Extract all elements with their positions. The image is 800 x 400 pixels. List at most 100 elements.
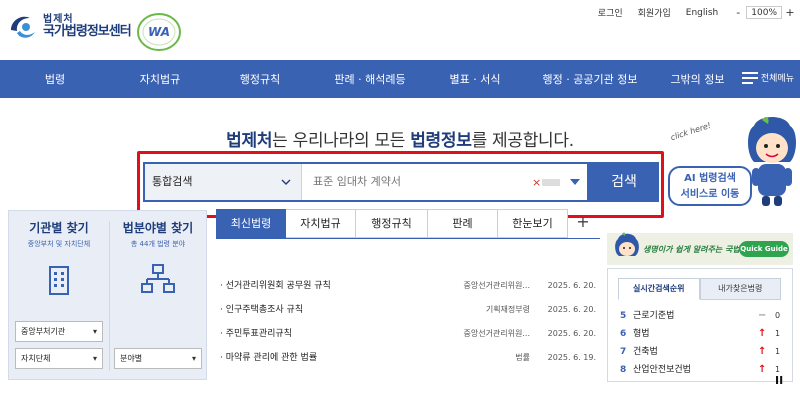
tagline-mid: 는 우리나라의 모든 (272, 131, 411, 151)
quick-guide-banner[interactable]: 생명이가 쉽게 알려주는 국법 Quick Guide (607, 232, 793, 265)
all-menu-button[interactable]: 전체메뉴 (741, 71, 794, 84)
login-link[interactable]: 로그인 (598, 6, 623, 19)
search-options-caret-icon[interactable] (570, 179, 580, 185)
nav-item-public-info[interactable]: 행정 · 공공기관 정보 (520, 71, 660, 87)
logo-emblem-icon (8, 12, 38, 42)
keyboard-icon[interactable] (542, 179, 560, 186)
all-menu-label: 전체메뉴 (760, 74, 794, 84)
nav-item-admin-rules[interactable]: 행정규칙 (210, 71, 310, 87)
search-input[interactable] (310, 164, 530, 200)
ai-search-pill[interactable]: AI 법령검색 서비스로 이동 (668, 166, 752, 206)
search-ranking-box: 실시간검색순위 내가찾은법령 5 근로기준법 − 0 6 형법 ↑ 1 7 건축… (607, 268, 793, 382)
quick-guide-button[interactable]: Quick Guide (739, 241, 789, 257)
clear-search-icon[interactable]: × (532, 176, 541, 189)
field-finder-subtitle: 총 44개 법령 분야 (130, 240, 186, 248)
tab-latest-laws[interactable]: 최신법령 (216, 209, 286, 238)
logo-title: 국가법령정보센터 (43, 24, 132, 40)
rank-law-name[interactable]: 형법 (633, 325, 650, 343)
rank-number: 8 (620, 365, 627, 375)
law-org: 중앙선거관리위원... (463, 329, 530, 338)
finder-panel: 기관별 찾기 중앙부처 및 자치단체 중앙부처기관 자치단체 법분야별 찾기 총… (8, 210, 207, 380)
tagline-end: 를 제공합니다. (471, 131, 575, 151)
ranking-row[interactable]: 5 근로기준법 − 0 (620, 307, 780, 325)
law-title[interactable]: · 주민투표관리규칙 (220, 323, 292, 345)
zoom-in-button[interactable]: + (785, 6, 795, 19)
law-date: 2025. 6. 20. (547, 329, 596, 338)
rank-delta: 1 (775, 347, 781, 356)
ranking-row[interactable]: 6 형법 ↑ 1 (620, 325, 780, 343)
tab-realtime-ranking[interactable]: 실시간검색순위 (618, 278, 700, 300)
web-accessibility-badge: WA (136, 12, 182, 52)
list-item[interactable]: · 인구주택총조사 규칙 기획재정부령 2025. 6. 20. (216, 299, 600, 321)
nav-item-other-info[interactable]: 그밖의 정보 (660, 71, 735, 87)
nav-item-forms[interactable]: 별표 · 서식 (430, 71, 520, 87)
rank-up-arrow-icon: ↑ (758, 364, 767, 375)
signup-link[interactable]: 회원가입 (638, 6, 671, 19)
content-tabs: 최신법령 자치법규 행정규칙 판례 한눈보기 + (216, 209, 600, 238)
local-gov-select[interactable]: 자치단체 (15, 348, 103, 369)
site-header: 법제처 국가법령정보센터 WA 로그인 회원가입 English - 100% … (0, 0, 800, 60)
chevron-down-icon (281, 179, 291, 185)
rank-law-name[interactable]: 산업안전보건법 (633, 361, 691, 379)
site-logo[interactable]: 법제처 국가법령정보센터 (8, 12, 132, 42)
rank-number: 5 (620, 311, 627, 321)
list-item[interactable]: · 마약류 관리에 관한 법률 법률 2025. 6. 19. (216, 347, 600, 369)
ranking-row[interactable]: 8 산업안전보건법 ↑ 1 (620, 361, 780, 379)
mascot-character-icon (748, 117, 796, 206)
nav-item-local-laws[interactable]: 자치법규 (110, 71, 210, 87)
rank-law-name[interactable]: 건축법 (633, 343, 658, 361)
field-select[interactable]: 분야별 (114, 348, 202, 369)
law-org: 기획재정부령 (485, 305, 530, 314)
tabs-more-button[interactable]: + (568, 209, 598, 238)
law-org: 법률 (515, 353, 530, 362)
search-box: 통합검색 × (143, 162, 589, 202)
tagline-brand: 법제처 (226, 131, 273, 151)
quick-guide-text: 생명이가 쉽게 알려주는 국법 (643, 245, 740, 254)
mascot-mini-icon (615, 232, 639, 256)
rank-up-arrow-icon: ↑ (758, 328, 767, 339)
agency-finder-title: 기관별 찾기 (29, 221, 89, 235)
field-finder-title: 법분야별 찾기 (122, 221, 194, 235)
law-date: 2025. 6. 19. (547, 353, 596, 362)
latest-laws-list: · 선거관리위원회 공무원 규칙 중앙선거관리위원... 2025. 6. 20… (216, 238, 600, 378)
utility-bar: 로그인 회원가입 English - 100% + (598, 6, 800, 19)
building-icon (49, 266, 69, 295)
ai-pill-line1: AI 법령검색 (684, 173, 736, 184)
ranking-pause-icon[interactable]: II (775, 374, 783, 387)
ranking-row[interactable]: 7 건축법 ↑ 1 (620, 343, 780, 361)
search-scope-select[interactable]: 통합검색 (145, 164, 302, 200)
ranking-tabs: 실시간검색순위 내가찾은법령 (618, 278, 781, 300)
wa-badge-text: WA (148, 25, 171, 39)
org-chart-icon (141, 264, 175, 293)
tab-precedents[interactable]: 판례 (428, 209, 498, 238)
law-title[interactable]: · 인구주택총조사 규칙 (220, 299, 303, 321)
agency-select[interactable]: 중앙부처기관 (15, 321, 103, 342)
law-date: 2025. 6. 20. (547, 305, 596, 314)
rank-number: 7 (620, 347, 627, 357)
ai-search-banner[interactable]: click here! AI 법령검색 서비스로 이동 (668, 108, 800, 208)
rank-delta: 0 (775, 311, 781, 320)
field-finder: 법분야별 찾기 총 44개 법령 분야 분야별 (110, 211, 206, 379)
ai-pill-line2: 서비스로 이동 (680, 189, 740, 200)
rank-number: 6 (620, 329, 627, 339)
rank-law-name[interactable]: 근로기준법 (633, 307, 674, 325)
tab-overview[interactable]: 한눈보기 (498, 209, 568, 238)
tab-my-searched-laws[interactable]: 내가찾은법령 (699, 278, 781, 300)
tab-admin-rules[interactable]: 행정규칙 (356, 209, 428, 238)
hamburger-icon (741, 71, 758, 84)
law-title[interactable]: · 선거관리위원회 공무원 규칙 (220, 275, 331, 297)
list-item[interactable]: · 선거관리위원회 공무원 규칙 중앙선거관리위원... 2025. 6. 20… (216, 275, 600, 297)
english-link[interactable]: English (686, 8, 719, 18)
search-button[interactable]: 검색 (589, 162, 659, 202)
ai-click-here-text: click here! (669, 120, 713, 143)
agency-finder: 기관별 찾기 중앙부처 및 자치단체 중앙부처기관 자치단체 (11, 211, 107, 379)
list-item[interactable]: · 주민투표관리규칙 중앙선거관리위원... 2025. 6. 20. (216, 323, 600, 345)
tagline-strong: 법령정보 (410, 131, 472, 151)
tab-local-laws[interactable]: 자치법규 (286, 209, 356, 238)
rank-flat-icon: − (758, 310, 767, 321)
law-title[interactable]: · 마약류 관리에 관한 법률 (220, 347, 317, 369)
nav-item-precedents[interactable]: 판례 · 해석례등 (310, 71, 430, 87)
zoom-out-button[interactable]: - (733, 6, 743, 19)
nav-item-laws[interactable]: 법령 (0, 71, 110, 87)
zoom-level: 100% (746, 6, 782, 19)
